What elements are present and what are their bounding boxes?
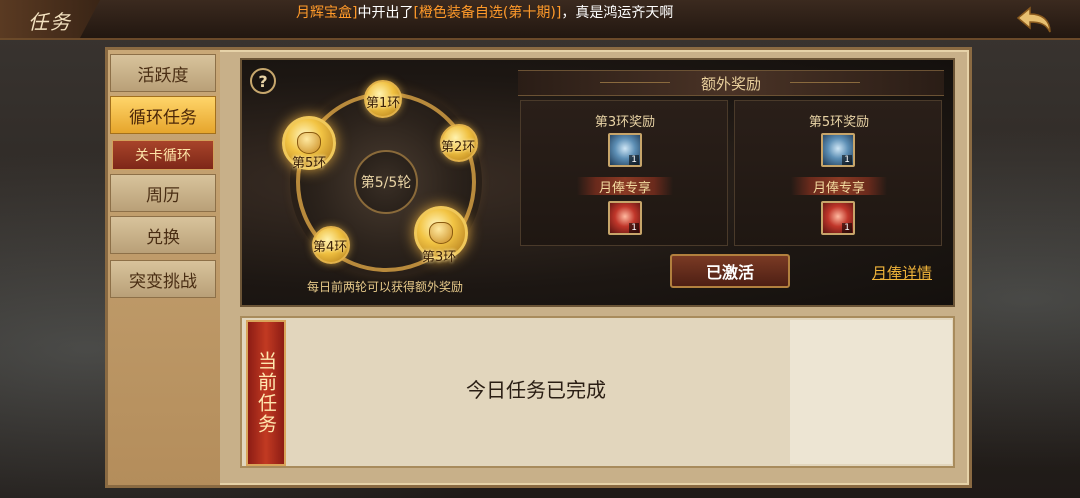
monthly-details-link[interactable]: 月俸详情 <box>872 262 932 283</box>
nav-stage-loop-label: 关卡循环 <box>135 148 191 164</box>
page-title: 任务 <box>28 10 72 34</box>
marquee-suffix: ，真是鸿运齐天啊 <box>561 5 674 21</box>
decor-line-left <box>600 82 670 83</box>
reward-bag-icon <box>297 132 321 154</box>
back-arrow-icon <box>1016 6 1051 33</box>
nav-calendar-label: 周历 <box>146 185 180 206</box>
item-count: 1 <box>629 223 639 233</box>
nav-exchange[interactable]: 兑换 <box>110 216 216 254</box>
nav-mutation-challenge-label: 突变挑战 <box>129 271 197 292</box>
monthly-exclusive-label: 月俸专享 <box>598 180 651 196</box>
nav-loop-task-label: 循环任务 <box>129 107 197 128</box>
ring-label-1: 第1环 <box>366 96 401 111</box>
back-button[interactable] <box>1012 4 1056 36</box>
monthly-exclusive-tag: 月俸专享 <box>791 177 887 196</box>
nav-exchange-label: 兑换 <box>146 227 180 248</box>
red-chest-icon[interactable]: 1 <box>821 201 855 235</box>
equipment-chest-icon[interactable]: 1 <box>821 133 855 167</box>
item-count: 1 <box>842 223 852 233</box>
wheel-center: 第5/5轮 <box>354 150 418 214</box>
ring-label-4: 第4环 <box>313 240 348 255</box>
reward-box-ring3: 第3环奖励 1 月俸专享 1 <box>520 100 728 246</box>
current-task-tag: 当前任务 <box>246 320 286 466</box>
monthly-exclusive-tag: 月俸专享 <box>577 177 673 196</box>
marquee-prefix: 月辉宝盒] <box>296 5 358 21</box>
wheel-tip: 每日前两轮可以获得额外奖励 <box>306 280 463 294</box>
item-count: 1 <box>842 155 852 165</box>
decor-line-right <box>790 82 860 83</box>
reward-title: 第5环奖励 <box>808 115 870 130</box>
help-icon: ? <box>258 71 268 91</box>
extra-rewards-header: 额外奖励 <box>518 70 944 96</box>
monthly-exclusive-label: 月俸专享 <box>812 180 865 196</box>
extra-rewards-title: 额外奖励 <box>700 74 761 93</box>
reward-box-ring5: 第5环奖励 1 月俸专享 1 <box>734 100 942 246</box>
reward-bag-icon <box>429 222 453 244</box>
activated-label: 已激活 <box>705 263 754 282</box>
ring-label-2: 第2环 <box>441 140 476 155</box>
marquee-item: [橙色装备自选(第十期)] <box>413 5 562 21</box>
marquee-mid: 中开出了 <box>357 5 414 21</box>
nav-calendar[interactable]: 周历 <box>110 174 216 212</box>
item-count: 1 <box>629 155 639 165</box>
reward-title: 第3环奖励 <box>594 115 656 130</box>
nav-stage-loop[interactable]: 关卡循环 <box>112 140 214 170</box>
ring-label-3: 第3环 <box>422 250 457 265</box>
current-task-tag-label: 当前任务 <box>255 351 277 435</box>
red-chest-icon[interactable]: 1 <box>608 201 642 235</box>
current-task-side <box>790 320 952 464</box>
nav-activity-label: 活跃度 <box>137 65 189 86</box>
ring-label-5: 第5环 <box>292 156 327 171</box>
top-bar: 任务 月辉宝盒]中开出了[橙色装备自选(第十期)]，真是鸿运齐天啊 <box>0 0 1080 40</box>
equipment-chest-icon[interactable]: 1 <box>608 133 642 167</box>
round-counter: 第5/5轮 <box>360 175 412 191</box>
nav-loop-task[interactable]: 循环任务 <box>110 96 216 134</box>
help-button[interactable]: ? <box>250 68 276 94</box>
nav-mutation-challenge[interactable]: 突变挑战 <box>110 260 216 298</box>
activated-button[interactable]: 已激活 <box>670 254 790 288</box>
broadcast-marquee: 月辉宝盒]中开出了[橙色装备自选(第十期)]，真是鸿运齐天啊 <box>296 2 856 22</box>
side-nav: 活跃度 循环任务 关卡循环 周历 兑换 突变挑战 <box>108 50 220 485</box>
nav-activity[interactable]: 活跃度 <box>110 54 216 92</box>
task-complete-text: 今日任务已完成 <box>466 378 606 402</box>
